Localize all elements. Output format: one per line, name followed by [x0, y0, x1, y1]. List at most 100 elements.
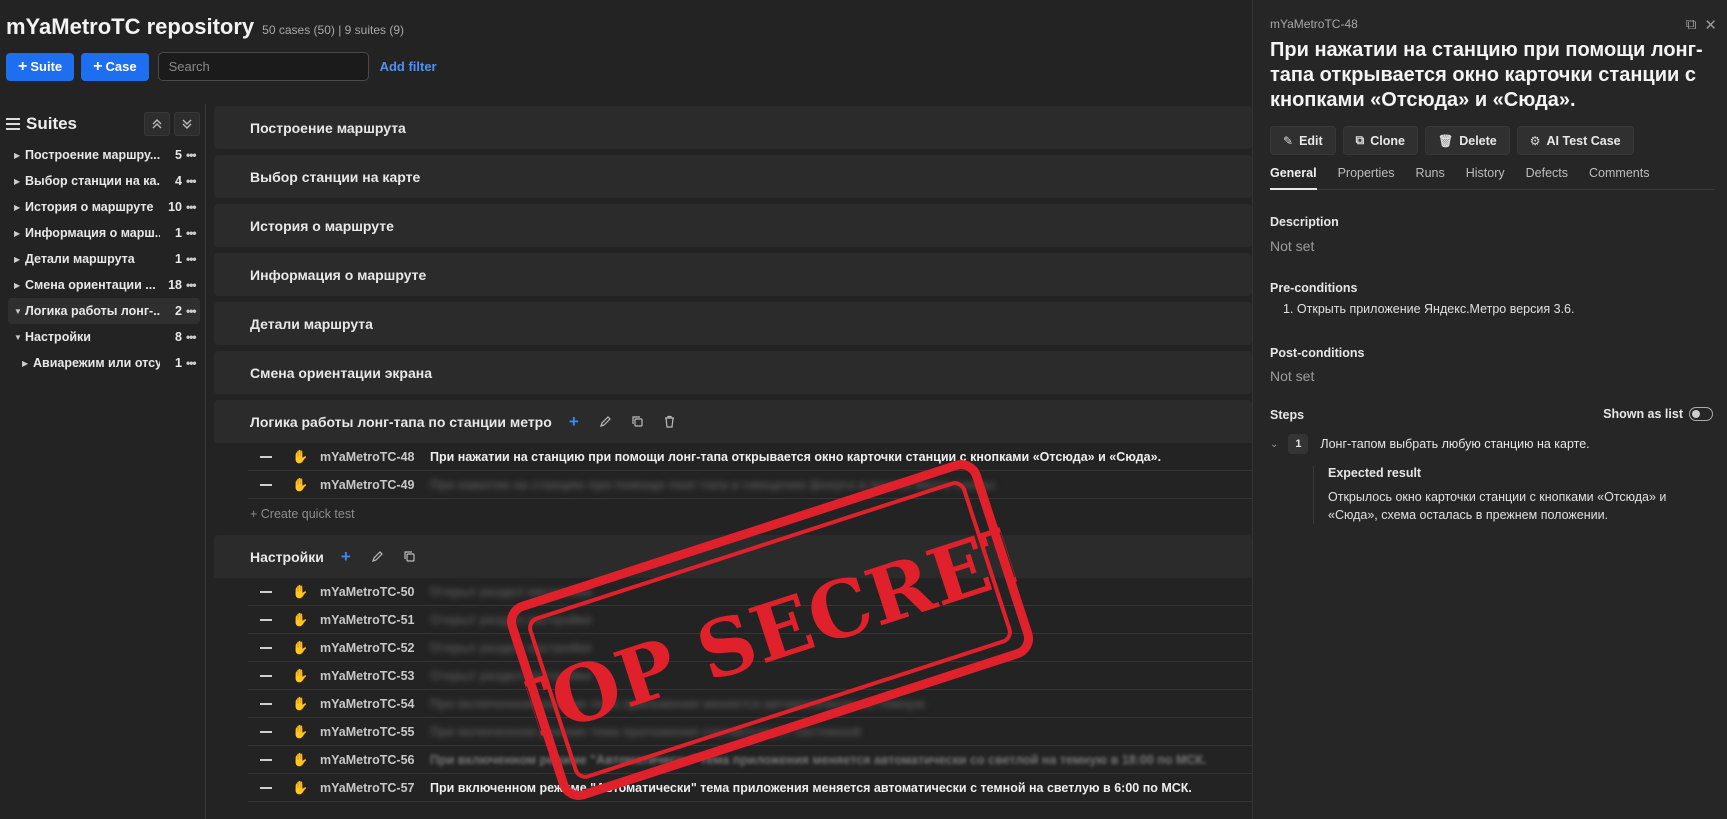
tab-properties[interactable]: Properties	[1338, 166, 1395, 190]
suite-section-header-open[interactable]: Логика работы лонг-тапа по станции метро…	[214, 400, 1252, 443]
suite-label: Настройки	[25, 330, 91, 344]
suite-label: Логика работы лонг-...	[25, 304, 160, 318]
delete-button[interactable]: 🗑 Delete	[1424, 126, 1510, 155]
hand-drag-icon[interactable]: ✋	[292, 477, 308, 493]
shown-as-list-toggle[interactable]: Shown as list	[1603, 407, 1713, 421]
more-icon[interactable]: •••	[186, 226, 200, 240]
suite-section-header[interactable]: История о маршруте	[214, 204, 1252, 247]
add-case-button[interactable]: + Case	[81, 52, 149, 81]
suite-tree-item[interactable]: ▶ Построение маршру... 5 •••	[8, 142, 200, 168]
pencil-icon[interactable]	[370, 549, 386, 565]
test-case-row[interactable]: ✋ mYaMetroTC-50 Открыт раздел настройки	[248, 578, 1252, 606]
toolbar: + Suite + Case Add filter	[6, 52, 437, 81]
open-in-window-icon[interactable]: ⧉	[1686, 16, 1697, 34]
tab-general[interactable]: General	[1270, 166, 1317, 190]
hand-drag-icon[interactable]: ✋	[292, 696, 308, 712]
longtap-suite-group: Логика работы лонг-тапа по станции метро…	[214, 400, 1252, 529]
plus-icon[interactable]: +	[566, 412, 582, 431]
more-icon[interactable]: •••	[186, 200, 200, 214]
more-icon[interactable]: •••	[186, 148, 200, 162]
dash-icon	[260, 758, 272, 761]
more-icon[interactable]: •••	[186, 304, 200, 318]
hand-drag-icon[interactable]: ✋	[292, 724, 308, 740]
more-icon[interactable]: •••	[186, 330, 200, 344]
test-case-row[interactable]: ✋ mYaMetroTC-52 Открыт раздел настройки	[248, 634, 1252, 662]
ai-test-case-button[interactable]: ⚙ AI Test Case	[1516, 126, 1634, 155]
suite-count: 5	[175, 148, 182, 162]
tab-history[interactable]: History	[1466, 166, 1505, 190]
case-title: При включенном режиме "Автоматически" те…	[430, 780, 1192, 795]
caret-down-icon[interactable]: ▼	[14, 333, 25, 342]
caret-down-icon[interactable]: ▼	[14, 307, 25, 316]
suite-tree-item-active[interactable]: ▼ Логика работы лонг-... 2 •••	[8, 298, 200, 324]
plus-icon[interactable]: +	[338, 547, 354, 566]
add-suite-button[interactable]: + Suite	[6, 52, 75, 81]
add-filter-link[interactable]: Add filter	[380, 59, 437, 74]
test-case-row[interactable]: ✋ mYaMetroTC-54 При включенном режиме тема…	[248, 690, 1252, 718]
test-case-row[interactable]: ✋ mYaMetroTC-56 При включенном режиме "Авт…	[248, 746, 1252, 774]
caret-right-icon[interactable]: ▶	[14, 281, 25, 290]
suite-tree-item[interactable]: ▶ Авиарежим или отсу... 1 •••	[8, 350, 200, 376]
search-input[interactable]	[157, 52, 369, 81]
close-icon[interactable]: ✕	[1704, 16, 1717, 34]
collapse-all-button[interactable]	[144, 112, 170, 136]
tab-comments[interactable]: Comments	[1589, 166, 1649, 190]
suite-tree-item[interactable]: ▼ Настройки 8 •••	[8, 324, 200, 350]
chevron-down-icon[interactable]: ⌄	[1270, 439, 1278, 450]
suite-section-header[interactable]: Детали маршрута	[214, 302, 1252, 345]
suite-section-header[interactable]: Построение маршрута	[214, 106, 1252, 149]
more-icon[interactable]: •••	[186, 174, 200, 188]
suite-section-header[interactable]: Информация о маршруте	[214, 253, 1252, 296]
suite-tree-item[interactable]: ▶ Смена ориентации ... 18 •••	[8, 272, 200, 298]
hand-drag-icon[interactable]: ✋	[292, 640, 308, 656]
edit-button[interactable]: ✎ Edit	[1270, 126, 1336, 155]
test-case-row[interactable]: ✋ mYaMetroTC-51 Открыт раздел настройки	[248, 606, 1252, 634]
copy-icon[interactable]	[402, 549, 418, 565]
more-icon[interactable]: •••	[186, 252, 200, 266]
caret-right-icon[interactable]: ▶	[14, 255, 25, 264]
sidebar-header: Suites	[6, 112, 200, 136]
hand-drag-icon[interactable]: ✋	[292, 449, 308, 465]
test-case-row[interactable]: ✋ mYaMetroTC-55 При включенном режиме тема…	[248, 718, 1252, 746]
hand-drag-icon[interactable]: ✋	[292, 612, 308, 628]
create-quick-test[interactable]: + Create quick test	[250, 499, 1252, 529]
caret-right-icon[interactable]: ▶	[14, 229, 25, 238]
caret-right-icon[interactable]: ▶	[14, 151, 25, 160]
trash-icon[interactable]	[662, 414, 678, 430]
tab-defects[interactable]: Defects	[1526, 166, 1568, 190]
caret-right-icon[interactable]: ▶	[14, 177, 25, 186]
hand-drag-icon[interactable]: ✋	[292, 584, 308, 600]
test-case-row[interactable]: ✋ mYaMetroTC-53 Открыт раздел настройки	[248, 662, 1252, 690]
expand-all-button[interactable]	[174, 112, 200, 136]
suite-tree-item[interactable]: ▶ История о маршруте 10 •••	[8, 194, 200, 220]
test-case-row[interactable]: ✋ mYaMetroTC-57 При включенном режиме "Авт…	[248, 774, 1252, 802]
suite-section-header[interactable]: Выбор станции на карте	[214, 155, 1252, 198]
clone-button[interactable]: ⧉ Clone	[1342, 126, 1418, 155]
suite-tree-item[interactable]: ▶ Детали маршрута 1 •••	[8, 246, 200, 272]
test-case-row[interactable]: ✋ mYaMetroTC-49 При нажатии на станцию п…	[248, 471, 1252, 499]
test-case-row[interactable]: ✋ mYaMetroTC-48 При нажатии на станцию п…	[248, 443, 1252, 471]
toggle-switch[interactable]	[1689, 407, 1713, 421]
caret-right-icon[interactable]: ▶	[22, 359, 33, 368]
more-icon[interactable]: •••	[186, 278, 200, 292]
more-icon[interactable]: •••	[186, 356, 200, 370]
suite-tree-item[interactable]: ▶ Информация о марш... 1 •••	[8, 220, 200, 246]
pencil-icon[interactable]	[598, 414, 614, 430]
copy-icon[interactable]	[630, 414, 646, 430]
suite-count: 18	[168, 278, 182, 292]
case-id: mYaMetroTC-53	[320, 668, 415, 683]
expected-result-block: Expected result Открылось окно карточки …	[1313, 466, 1713, 524]
repository-header: mYaMetroTC repository 50 cases (50) | 9 …	[0, 0, 1252, 100]
suite-section-header[interactable]: Смена ориентации экрана	[214, 351, 1252, 394]
tab-runs[interactable]: Runs	[1416, 166, 1445, 190]
suite-label: Авиарежим или отсу...	[33, 356, 160, 370]
suite-count: 1	[175, 252, 182, 266]
suite-section-header-open[interactable]: Настройки +	[214, 535, 1252, 578]
hand-drag-icon[interactable]: ✋	[292, 780, 308, 796]
caret-right-icon[interactable]: ▶	[14, 203, 25, 212]
hand-drag-icon[interactable]: ✋	[292, 752, 308, 768]
hand-drag-icon[interactable]: ✋	[292, 668, 308, 684]
suite-tree-item[interactable]: ▶ Выбор станции на ка... 4 •••	[8, 168, 200, 194]
suite-actions: +	[338, 547, 434, 566]
menu-icon[interactable]	[6, 118, 20, 130]
